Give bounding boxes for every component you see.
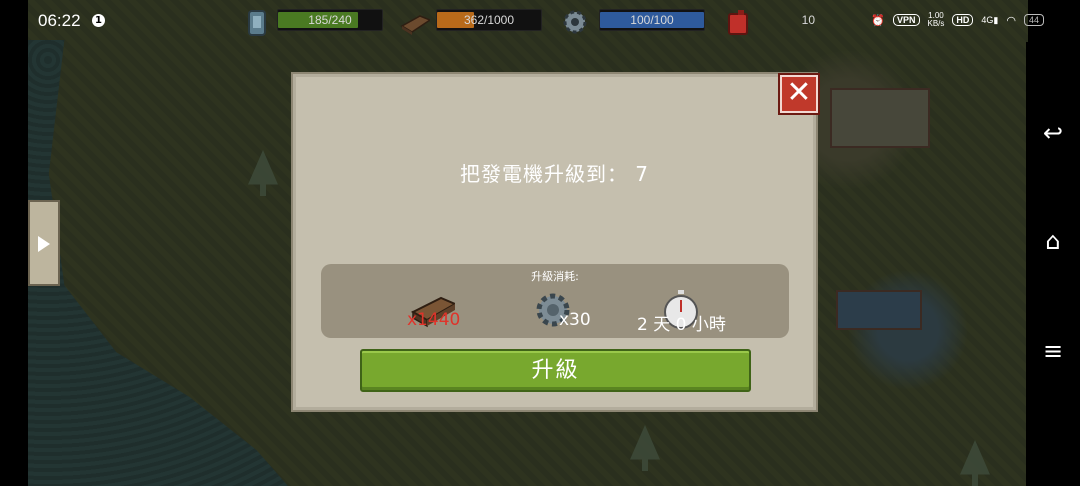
- back-button[interactable]: ↩: [1038, 118, 1068, 148]
- home-button[interactable]: ⌂: [1038, 226, 1068, 256]
- signal-icon: 4G▮: [981, 14, 999, 25]
- gears-resource: 100/100: [561, 8, 705, 34]
- alarm-icon: ⏰: [871, 14, 885, 27]
- menu-button[interactable]: ≡: [1038, 336, 1068, 366]
- clock: 06:22: [38, 11, 81, 30]
- close-button[interactable]: ✕: [780, 75, 818, 113]
- navigation-bar: ↩ ⌂ ≡: [1026, 42, 1080, 486]
- chevron-right-icon: [38, 236, 50, 252]
- system-icons: ⏰ VPN 1.00 KB/s HD 4G▮ ◠ 44: [871, 12, 1044, 28]
- status-bar: 06:22 1 185/240 362/1000 100/100 10 ⏰ VP…: [0, 0, 1080, 42]
- network-speed: 1.00 KB/s: [927, 11, 945, 28]
- water-amount: 185/240: [308, 13, 352, 27]
- wood-amount: 362/1000: [463, 13, 515, 27]
- water-barrel-icon: [248, 10, 266, 36]
- cost-title: 升級消耗:: [531, 270, 579, 283]
- vpn-icon: VPN: [892, 14, 920, 26]
- wood-cost: x1440: [407, 290, 487, 334]
- wood-log-icon: [400, 15, 430, 35]
- upgrade-dialog: ✕ 把發電機升級到： 7 升級消耗: x1440 x30 2 天 0 小時 升級: [291, 72, 818, 412]
- water-resource: 185/240: [243, 8, 383, 36]
- battery-icon: 44: [1023, 14, 1044, 26]
- gear-icon: [563, 10, 587, 34]
- time-cost: 2 天 0 小時: [637, 290, 747, 335]
- wifi-icon: ◠: [1006, 14, 1016, 27]
- time-cost-amount: 2 天 0 小時: [637, 315, 726, 335]
- fuel-resource: 10: [724, 8, 824, 35]
- wood-resource: 362/1000: [398, 8, 542, 35]
- gears-amount: 100/100: [630, 13, 674, 27]
- gears-cost-amount: x30: [559, 310, 591, 330]
- building[interactable]: [830, 88, 930, 148]
- side-panel-toggle[interactable]: [28, 200, 60, 286]
- upgrade-button[interactable]: 升級: [360, 349, 751, 392]
- hd-icon: HD: [952, 14, 974, 26]
- fuel-amount: 10: [801, 13, 815, 27]
- wood-cost-amount: x1440: [407, 310, 461, 330]
- cost-panel: 升級消耗: x1440 x30 2 天 0 小時: [321, 264, 789, 338]
- notification-badge: 1: [92, 14, 105, 27]
- gears-cost: x30: [533, 290, 613, 334]
- dialog-title: 把發電機升級到： 7: [459, 162, 650, 186]
- building[interactable]: [836, 290, 922, 330]
- fuel-can-icon: [728, 10, 748, 35]
